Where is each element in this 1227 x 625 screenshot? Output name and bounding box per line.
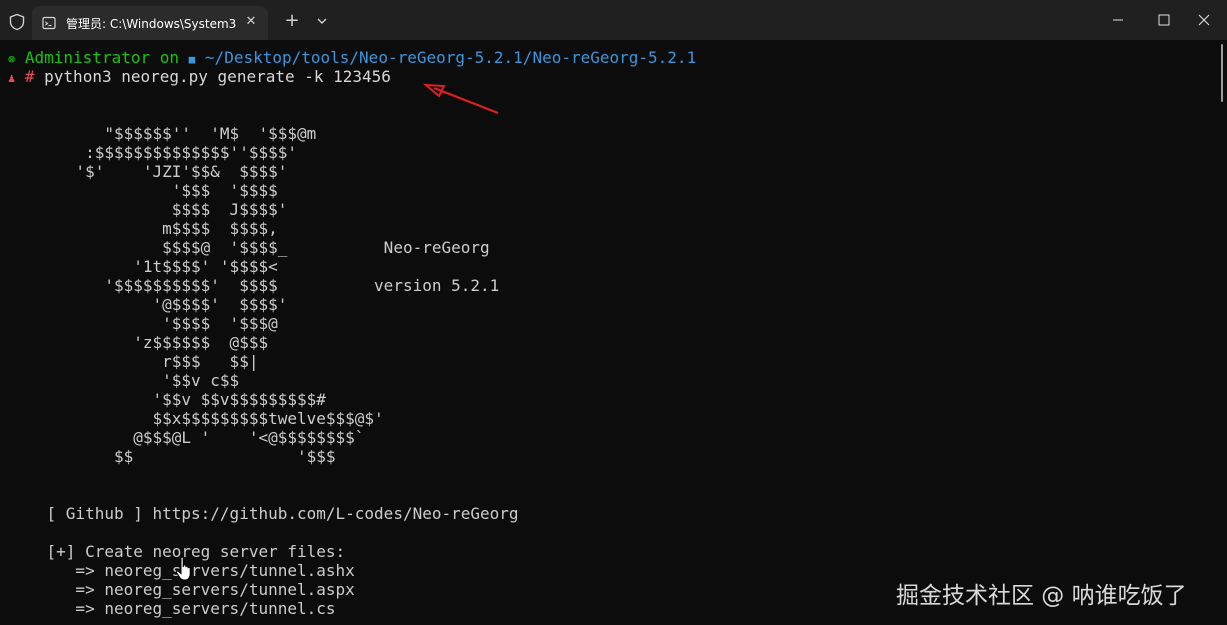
command-text: python3 neoreg.py generate -k 123456 — [44, 67, 391, 86]
banner-line: m$$$$ $$$$, — [8, 219, 278, 238]
close-tab-button[interactable]: ✕ — [242, 13, 260, 31]
hash-icon: ♟ — [8, 71, 16, 85]
banner-line: $$ '$$$ — [8, 447, 336, 466]
red-arrow-annotation — [423, 83, 499, 115]
banner-line: '$$$$$$$$$$' $$$$ version 5.2.1 — [8, 276, 500, 295]
watermark: 掘金技术社区 @ 呐谁吃饭了 — [896, 583, 1187, 609]
output-file-line: => neoreg_servers/tunnel.cs — [8, 599, 336, 618]
banner-line: $$$$ J$$$$' — [8, 200, 288, 219]
minimize-icon[interactable] — [1095, 0, 1141, 40]
banner-line: @$$$@L ' '<@$$$$$$$$` — [8, 428, 365, 447]
banner-line: '$$v c$$ — [8, 371, 240, 390]
banner-line: "$$$$$$'' 'M$ '$$$@m — [8, 124, 317, 143]
banner-line: '$' 'JZI'$$& $$$$' — [8, 162, 288, 181]
prompt-on: on — [159, 48, 180, 67]
shield-icon[interactable] — [8, 13, 26, 31]
prompt-path: ~/Desktop/tools/Neo-reGeorg-5.2.1/Neo-re… — [204, 48, 697, 67]
chevron-down-icon[interactable] — [312, 12, 332, 30]
banner-line: r$$$ $$| — [8, 352, 259, 371]
hand-cursor-icon — [175, 556, 191, 581]
banner-line: '@$$$$' $$$$' — [8, 295, 288, 314]
title-bar: 管理员: C:\Windows\System32 ✕ + — [0, 0, 1227, 40]
prompt-line: ⊗ Administrator on ■ ~/Desktop/tools/Neo… — [8, 48, 696, 69]
banner-line: '$$$$ '$$$@ — [8, 314, 278, 333]
close-icon[interactable] — [1181, 0, 1227, 40]
github-line: [ Github ] https://github.com/L-codes/Ne… — [8, 504, 519, 523]
banner-line: '$$v $$v$$$$$$$$$# — [8, 390, 326, 409]
tab-administrator[interactable]: 管理员: C:\Windows\System32 ✕ — [32, 6, 268, 40]
banner-line: $$$$@ '$$$$_ Neo-reGeorg — [8, 238, 490, 257]
output-file-line: => neoreg_servers/tunnel.aspx — [8, 580, 355, 599]
user-icon: ⊗ — [8, 52, 16, 66]
banner-line: '$$$ '$$$$ — [8, 181, 278, 200]
prompt-user: Administrator — [24, 48, 151, 67]
banner-line: :$$$$$$$$$$$$$$''$$$$' — [8, 143, 297, 162]
command-line: ♟ # python3 neoreg.py generate -k 123456 — [8, 67, 391, 88]
prompt-hash: # — [24, 67, 35, 86]
terminal-tab-icon — [42, 16, 56, 30]
banner-line: '1t$$$$' '$$$$< — [8, 257, 278, 276]
banner-line: 'z$$$$$$ @$$$ — [8, 333, 269, 352]
banner-line: $$x$$$$$$$$$twelve$$$@$' — [8, 409, 384, 428]
tab-title: 管理员: C:\Windows\System32 — [66, 17, 236, 31]
folder-icon: ■ — [188, 53, 196, 66]
new-tab-button[interactable]: + — [280, 10, 304, 32]
terminal-scrollbar[interactable] — [1221, 44, 1223, 102]
